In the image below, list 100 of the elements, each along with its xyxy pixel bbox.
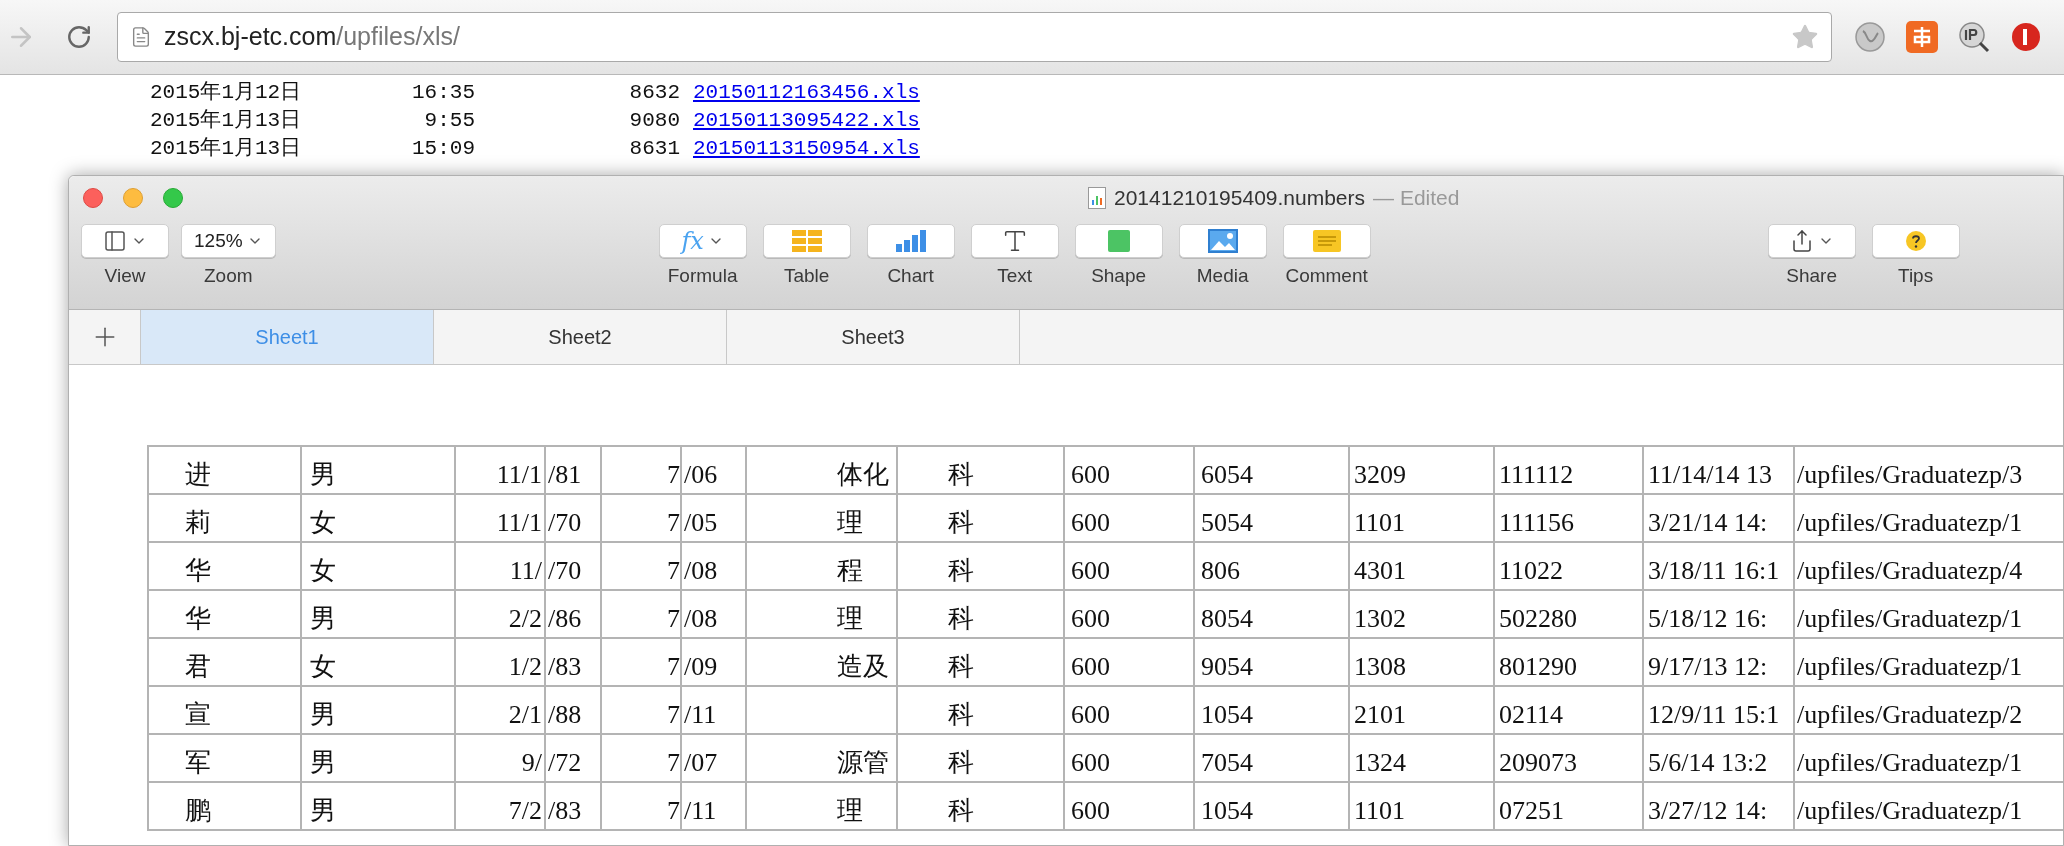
star-icon[interactable] bbox=[1791, 23, 1819, 51]
stop-sign-icon[interactable] bbox=[2010, 21, 2040, 53]
table-cell: 女 bbox=[310, 651, 336, 683]
table-cell: /07 bbox=[684, 747, 718, 779]
file-size: 8632 bbox=[628, 80, 680, 106]
help-icon bbox=[1904, 230, 1927, 252]
table-cell: 11022 bbox=[1499, 555, 1564, 587]
table-cell: /06 bbox=[684, 459, 718, 491]
file-size: 9080 bbox=[628, 108, 680, 134]
table-cell: 600 bbox=[1071, 747, 1110, 779]
table-cell: 5/18/12 16: bbox=[1648, 603, 1768, 635]
table-cell: 4301 bbox=[1354, 555, 1406, 587]
table-cell: 科 bbox=[948, 651, 974, 683]
table-cell: 理 bbox=[837, 507, 863, 539]
table-cell: 科 bbox=[948, 747, 974, 779]
table-cell: 7 bbox=[667, 507, 680, 539]
table-cell: 科 bbox=[948, 555, 974, 587]
table-cell: 3/18/11 16:1 bbox=[1648, 555, 1780, 587]
table-cell: /81 bbox=[548, 459, 582, 491]
table-cell: 鹏 bbox=[185, 795, 211, 827]
table-cell: 2101 bbox=[1354, 699, 1406, 731]
zoom-value: 125% bbox=[194, 228, 243, 253]
table-cell: /upfiles/Graduatezp/1 bbox=[1797, 603, 2023, 635]
file-link[interactable]: 20150113095422.xls bbox=[693, 107, 920, 135]
close-button[interactable] bbox=[83, 188, 103, 208]
table-cell: /09 bbox=[684, 651, 718, 683]
page-icon bbox=[130, 26, 152, 48]
table-cell: 9/17/13 12: bbox=[1648, 651, 1768, 683]
text-button[interactable] bbox=[970, 224, 1059, 258]
table-cell: 程 bbox=[837, 555, 863, 587]
table-cell: 莉 bbox=[185, 507, 211, 539]
table-cell: 600 bbox=[1071, 795, 1110, 827]
tips-button[interactable] bbox=[1871, 224, 1960, 258]
file-time: 15:09 bbox=[411, 136, 475, 162]
table-cell: 体化 bbox=[837, 459, 889, 491]
table-cell: 9/ bbox=[521, 747, 542, 779]
shape-button[interactable] bbox=[1074, 224, 1163, 258]
table-cell: /70 bbox=[548, 507, 582, 539]
file-time: 9:55 bbox=[423, 108, 475, 134]
table-cell: /83 bbox=[548, 651, 582, 683]
table-cell: 理 bbox=[837, 795, 863, 827]
table-cell: 02114 bbox=[1499, 699, 1564, 731]
table-cell: 12/9/11 15:1 bbox=[1648, 699, 1780, 731]
table-cell: /upfiles/Graduatezp/1 bbox=[1797, 747, 2023, 779]
table-cell: 3209 bbox=[1354, 459, 1406, 491]
table-cell: 1054 bbox=[1201, 795, 1253, 827]
table-cell: 11/1 bbox=[496, 459, 542, 491]
media-button[interactable] bbox=[1178, 224, 1267, 258]
table-cell: 男 bbox=[310, 459, 336, 491]
comment-button[interactable] bbox=[1282, 224, 1371, 258]
table-cell: 女 bbox=[310, 507, 336, 539]
table-cell: 3/27/12 14: bbox=[1648, 795, 1768, 827]
note-icon bbox=[1312, 230, 1341, 252]
minimize-button[interactable] bbox=[123, 188, 143, 208]
extension-icon[interactable] bbox=[1906, 21, 1938, 53]
globe-icon[interactable] bbox=[1854, 21, 1886, 53]
table-cell: 7 bbox=[667, 459, 680, 491]
table-cell: /11 bbox=[684, 795, 717, 827]
table-cell: 7 bbox=[667, 795, 680, 827]
table-cell: 11/14/14 13 bbox=[1648, 459, 1772, 491]
table-cell: 科 bbox=[948, 699, 974, 731]
table-cell: 科 bbox=[948, 459, 974, 491]
table-cell: /upfiles/Graduatezp/3 bbox=[1797, 459, 2023, 491]
view-button[interactable] bbox=[81, 224, 169, 258]
table-cell: 科 bbox=[948, 507, 974, 539]
zoom-button[interactable] bbox=[163, 188, 183, 208]
chart-button[interactable] bbox=[866, 224, 955, 258]
file-link[interactable]: 20150112163456.xls bbox=[693, 79, 920, 107]
table-cell: /upfiles/Graduatezp/1 bbox=[1797, 795, 2023, 827]
table-button[interactable] bbox=[762, 224, 851, 258]
table-cell: 君 bbox=[185, 651, 211, 683]
table-cell: 科 bbox=[948, 603, 974, 635]
url-text: zscx.bj-etc.com/upfiles/xls/ bbox=[164, 21, 460, 53]
table-cell: 600 bbox=[1071, 603, 1110, 635]
table-cell: 1308 bbox=[1354, 651, 1406, 683]
table-cell: 男 bbox=[310, 747, 336, 779]
zoom-button[interactable]: 125% bbox=[181, 224, 276, 258]
share-button[interactable] bbox=[1767, 224, 1856, 258]
reload-icon[interactable] bbox=[66, 24, 92, 50]
ip-magnifier-icon[interactable] bbox=[1958, 21, 1990, 53]
table-cell: 5/6/14 13:2 bbox=[1648, 747, 1768, 779]
table-cell: 9054 bbox=[1201, 651, 1253, 683]
table-cell: 07251 bbox=[1499, 795, 1564, 827]
picture-icon bbox=[1207, 229, 1238, 253]
table-cell: 1302 bbox=[1354, 603, 1406, 635]
table-cell: 男 bbox=[310, 699, 336, 731]
table-cell: 7 bbox=[667, 603, 680, 635]
table-icon bbox=[791, 230, 822, 252]
square-icon bbox=[1107, 230, 1130, 252]
table-cell: 理 bbox=[837, 603, 863, 635]
toolbar-label: Comment bbox=[1285, 266, 1368, 285]
toolbar-label: Table bbox=[783, 266, 830, 285]
address-bar[interactable]: zscx.bj-etc.com/upfiles/xls/ bbox=[117, 12, 1832, 62]
table-cell: 7054 bbox=[1201, 747, 1253, 779]
file-link[interactable]: 20150113150954.xls bbox=[693, 135, 920, 163]
table-cell: 11/ bbox=[509, 555, 542, 587]
table-cell: 502280 bbox=[1499, 603, 1577, 635]
table-cell: /88 bbox=[548, 699, 582, 731]
table-cell: 600 bbox=[1071, 507, 1110, 539]
table-cell: /72 bbox=[548, 747, 582, 779]
